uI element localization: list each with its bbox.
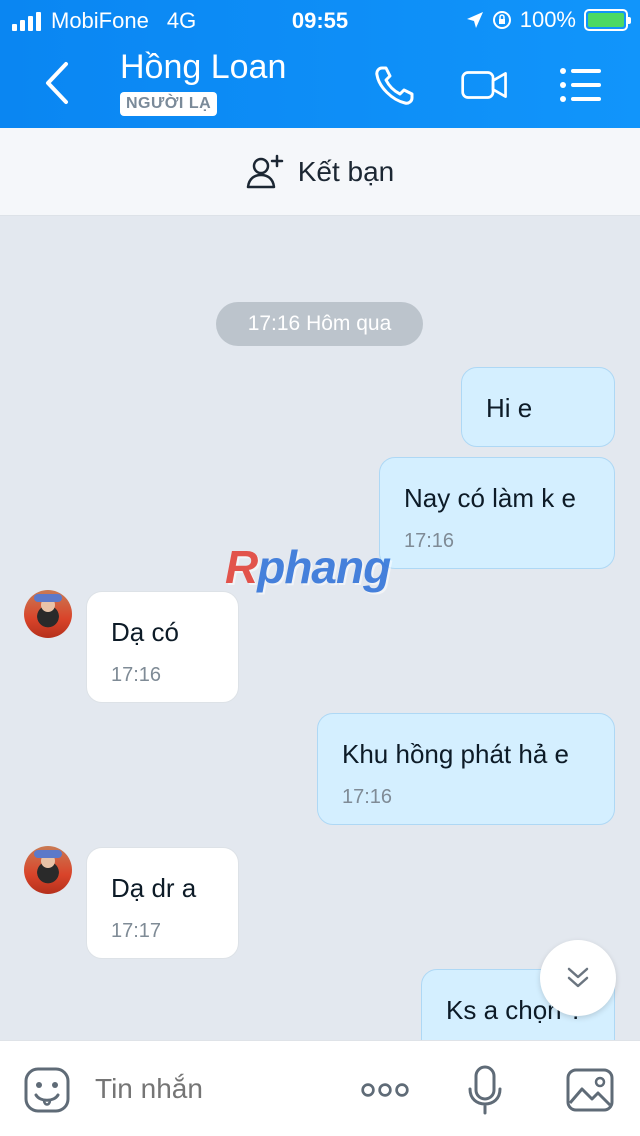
message-bubble-outgoing[interactable]: Nay có làm k e 17:16 bbox=[379, 457, 615, 569]
back-button[interactable] bbox=[38, 58, 78, 108]
message-composer bbox=[0, 1040, 640, 1136]
message-time: 17:16 bbox=[342, 786, 393, 808]
message-bubble-incoming[interactable]: Dạ dr a 17:17 bbox=[86, 847, 239, 959]
message-text: Hi e bbox=[486, 393, 533, 423]
message-input[interactable] bbox=[95, 1073, 325, 1105]
message-time: 17:16 bbox=[111, 664, 162, 686]
avatar[interactable] bbox=[24, 846, 72, 894]
message-time: 17:17 bbox=[111, 920, 162, 942]
message-bubble-outgoing[interactable]: Hi e bbox=[461, 367, 615, 447]
rotation-lock-icon bbox=[492, 11, 511, 29]
emoji-sticker-icon[interactable] bbox=[22, 1065, 72, 1115]
add-user-icon bbox=[246, 154, 283, 188]
message-time: 17:16 bbox=[404, 530, 455, 552]
message-bubble-incoming[interactable]: Dạ có 17:16 bbox=[86, 591, 239, 703]
chat-header: MobiFone 4G 09:55 100% Hồng Loan NGƯỜI L… bbox=[0, 0, 640, 128]
message-text: Dạ dr a bbox=[111, 873, 197, 903]
message-bubble-outgoing[interactable]: Khu hồng phát hả e 17:16 bbox=[317, 713, 615, 825]
message-text: Dạ có bbox=[111, 617, 179, 647]
battery-percent: 100% bbox=[519, 7, 576, 32]
message-text: Khu hồng phát hả e bbox=[342, 739, 569, 769]
date-separator: 17:16 Hôm qua bbox=[216, 302, 423, 346]
add-friend-button[interactable]: Kết bạn bbox=[0, 128, 640, 216]
image-gallery-icon[interactable] bbox=[565, 1065, 615, 1115]
menu-list-icon[interactable] bbox=[556, 60, 606, 110]
battery-icon bbox=[584, 9, 631, 31]
watermark-logo: Rphang bbox=[225, 541, 391, 593]
stranger-badge: NGƯỜI LẠ bbox=[120, 92, 218, 116]
location-icon bbox=[466, 12, 483, 28]
status-bar: MobiFone 4G 09:55 100% bbox=[0, 0, 640, 40]
microphone-icon[interactable] bbox=[460, 1065, 510, 1115]
scroll-to-bottom-button[interactable] bbox=[540, 940, 616, 1016]
add-friend-label: Kết bạn bbox=[297, 155, 395, 187]
phone-call-icon[interactable] bbox=[370, 60, 420, 110]
contact-name[interactable]: Hồng Loan bbox=[120, 48, 286, 87]
more-options-icon[interactable] bbox=[360, 1065, 410, 1115]
video-call-icon[interactable] bbox=[460, 60, 510, 110]
message-list[interactable]: 17:16 Hôm qua Hi e Nay có làm k e 17:16 … bbox=[0, 216, 640, 1040]
double-chevron-down-icon bbox=[567, 967, 589, 988]
message-text: Nay có làm k e bbox=[404, 483, 576, 513]
avatar[interactable] bbox=[24, 590, 72, 638]
